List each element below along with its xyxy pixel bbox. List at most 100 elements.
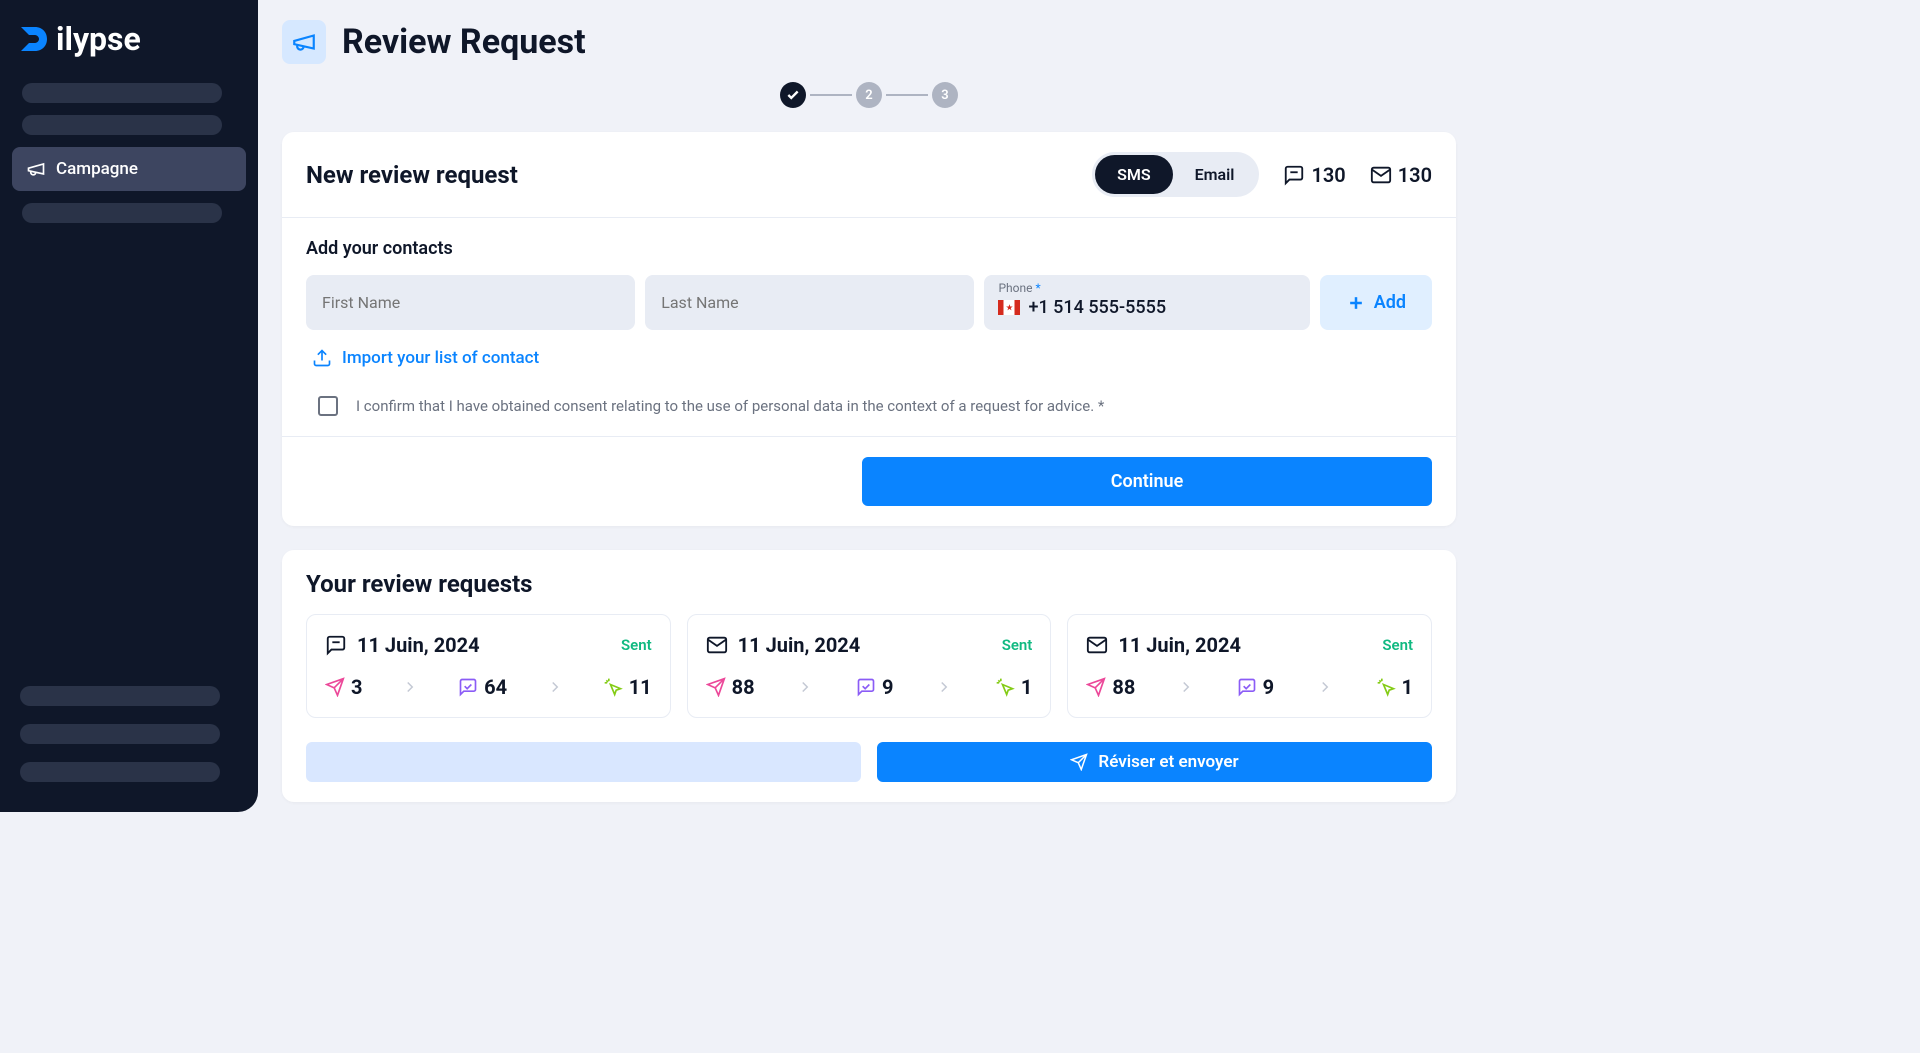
chevron-right-icon — [1177, 678, 1195, 696]
megaphone-icon — [291, 29, 317, 55]
click-icon — [603, 677, 623, 697]
add-label: Add — [1374, 292, 1406, 313]
sms-count-stat: 130 — [1283, 163, 1345, 187]
email-count-value: 130 — [1398, 163, 1432, 187]
nav-item-placeholder[interactable] — [22, 203, 222, 223]
step-1-done — [780, 82, 806, 108]
your-requests-card: Your review requests 11 Juin, 2024 Sent — [282, 550, 1456, 802]
clicked-value: 11 — [629, 675, 652, 699]
bottom-placeholder — [306, 742, 861, 782]
status-badge: Sent — [1002, 636, 1033, 654]
message-icon — [325, 634, 347, 656]
request-date: 11 Juin, 2024 — [1118, 633, 1241, 657]
requests-grid: 11 Juin, 2024 Sent 3 — [282, 614, 1456, 742]
toggle-sms[interactable]: SMS — [1095, 155, 1173, 194]
channel-toggle: SMS Email — [1092, 152, 1259, 197]
chevron-right-icon — [401, 678, 419, 696]
page-header: Review Request — [282, 20, 1456, 64]
page-title: Review Request — [342, 22, 586, 62]
upload-icon — [312, 348, 332, 368]
review-send-button[interactable]: Réviser et envoyer — [877, 742, 1432, 782]
delivered-icon — [856, 677, 876, 697]
toggle-email[interactable]: Email — [1173, 155, 1257, 194]
your-requests-title: Your review requests — [306, 570, 1432, 598]
chevron-right-icon — [935, 678, 953, 696]
megaphone-icon — [26, 159, 46, 179]
clicked-value: 1 — [1021, 675, 1032, 699]
nav-item-label: Campagne — [56, 159, 138, 179]
delivered-value: 9 — [882, 675, 893, 699]
consent-checkbox[interactable] — [318, 396, 338, 416]
nav-item-placeholder[interactable] — [22, 115, 222, 135]
logo-icon — [15, 21, 51, 57]
sent-value: 3 — [351, 675, 362, 699]
check-icon — [786, 88, 800, 102]
card-header: New review request SMS Email 130 — [282, 132, 1456, 218]
consent-row: I confirm that I have obtained consent r… — [306, 396, 1432, 416]
card-footer: Continue — [282, 436, 1456, 526]
nav-item-placeholder[interactable] — [20, 724, 220, 744]
logo: ilypse — [10, 20, 248, 83]
send-icon — [1086, 677, 1106, 697]
new-request-card: New review request SMS Email 130 — [282, 132, 1456, 526]
card-body: Add your contacts Phone * +1 514 555-555… — [282, 218, 1456, 436]
step-3: 3 — [932, 82, 958, 108]
add-contact-button[interactable]: Add — [1320, 275, 1432, 330]
canada-flag-icon[interactable] — [998, 300, 1020, 315]
nav-item-placeholder[interactable] — [22, 83, 222, 103]
click-icon — [995, 677, 1015, 697]
request-date: 11 Juin, 2024 — [357, 633, 480, 657]
send-icon — [325, 677, 345, 697]
step-2: 2 — [856, 82, 882, 108]
clicked-value: 1 — [1402, 675, 1413, 699]
email-icon — [1370, 164, 1392, 186]
send-icon — [706, 677, 726, 697]
chevron-right-icon — [1316, 678, 1334, 696]
contact-form-row: Phone * +1 514 555-5555 Add — [306, 275, 1432, 330]
sidebar: ilypse Campagne — [0, 0, 258, 812]
phone-label: Phone * — [998, 281, 1295, 295]
delivered-value: 64 — [484, 675, 507, 699]
add-contacts-label: Add your contacts — [306, 238, 1432, 259]
step-connector — [810, 94, 852, 96]
nav-item-campagne[interactable]: Campagne — [12, 147, 246, 191]
step-connector — [886, 94, 928, 96]
sms-count-value: 130 — [1311, 163, 1345, 187]
status-badge: Sent — [621, 636, 652, 654]
continue-button[interactable]: Continue — [862, 457, 1432, 506]
sent-value: 88 — [1112, 675, 1135, 699]
delivered-icon — [1237, 677, 1257, 697]
email-icon — [1086, 634, 1108, 656]
nav-item-placeholder[interactable] — [20, 762, 220, 782]
click-icon — [1376, 677, 1396, 697]
nav-bottom — [10, 686, 248, 792]
request-card[interactable]: 11 Juin, 2024 Sent 88 — [1067, 614, 1432, 718]
request-card[interactable]: 11 Juin, 2024 Sent 88 — [687, 614, 1052, 718]
chevron-right-icon — [546, 678, 564, 696]
phone-field[interactable]: Phone * +1 514 555-5555 — [984, 275, 1309, 330]
stepper: 2 3 — [282, 82, 1456, 108]
message-icon — [1283, 164, 1305, 186]
phone-input-row: +1 514 555-5555 — [998, 297, 1295, 318]
delivered-value: 9 — [1263, 675, 1274, 699]
nav-item-placeholder[interactable] — [20, 686, 220, 706]
chevron-right-icon — [796, 678, 814, 696]
page-icon-wrap — [282, 20, 326, 64]
email-count-stat: 130 — [1370, 163, 1432, 187]
send-icon — [1070, 753, 1088, 771]
status-badge: Sent — [1382, 636, 1413, 654]
request-card[interactable]: 11 Juin, 2024 Sent 3 — [306, 614, 671, 718]
consent-text: I confirm that I have obtained consent r… — [356, 397, 1104, 415]
last-name-input[interactable] — [645, 275, 974, 330]
sent-value: 88 — [732, 675, 755, 699]
plus-icon — [1346, 293, 1366, 313]
email-icon — [706, 634, 728, 656]
request-date: 11 Juin, 2024 — [738, 633, 861, 657]
logo-text: ilypse — [56, 20, 141, 58]
bottom-bar: Réviser et envoyer — [282, 742, 1456, 802]
import-label: Import your list of contact — [342, 348, 539, 368]
review-send-label: Réviser et envoyer — [1098, 752, 1238, 772]
main-content: Review Request 2 3 New review request SM… — [258, 0, 1480, 812]
first-name-input[interactable] — [306, 275, 635, 330]
import-contacts-link[interactable]: Import your list of contact — [306, 348, 1432, 368]
